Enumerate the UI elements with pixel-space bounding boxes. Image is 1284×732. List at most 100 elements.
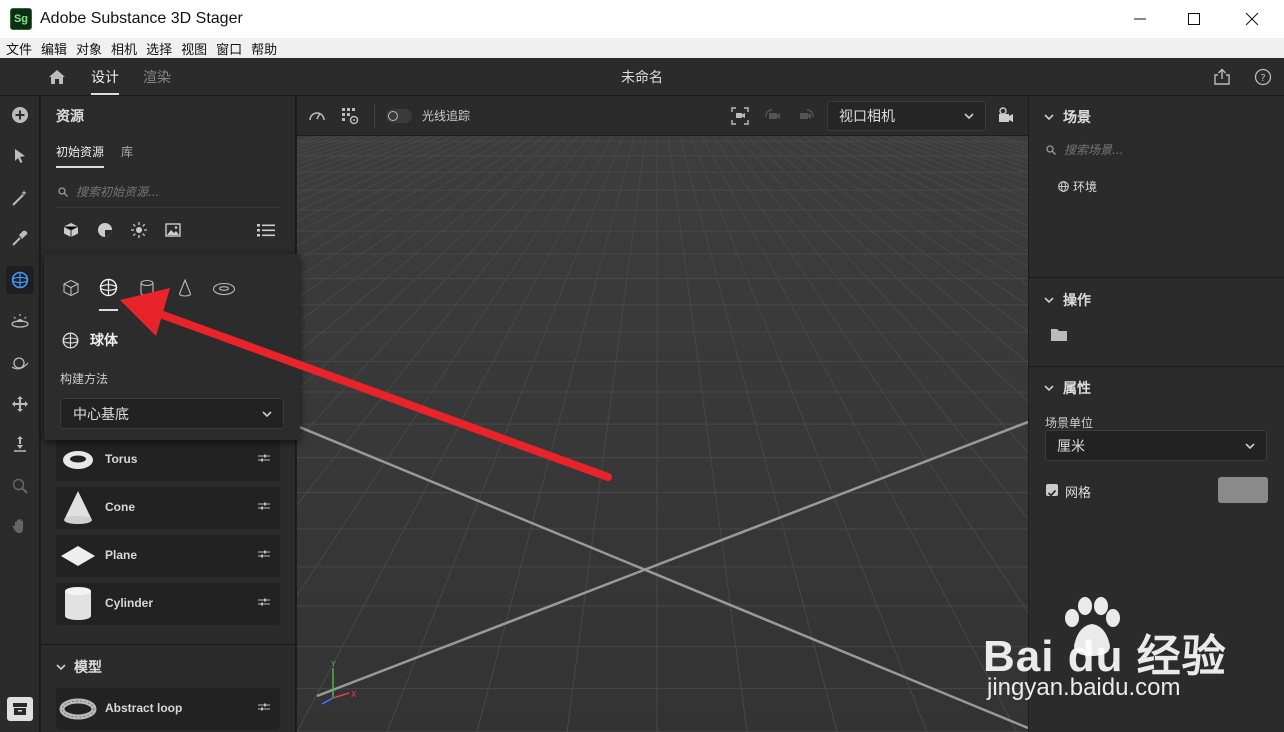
- move-tool[interactable]: [6, 390, 34, 418]
- torus-outline-icon: [212, 282, 236, 296]
- hand-tool[interactable]: [6, 512, 34, 540]
- scene-unit-select[interactable]: 厘米: [1045, 430, 1267, 461]
- properties-section-header[interactable]: 属性: [1044, 378, 1091, 398]
- undo-camera-button[interactable]: [764, 107, 782, 129]
- actions-title: 操作: [1063, 293, 1091, 309]
- shape-cylinder-button[interactable]: [139, 279, 155, 301]
- scene-item-environment[interactable]: 环境: [1058, 178, 1097, 195]
- shape-cone-button[interactable]: [177, 278, 193, 301]
- menu-edit[interactable]: 编辑: [38, 39, 70, 58]
- viewport[interactable]: 光线追踪 视口相机 Y X: [297, 96, 1028, 732]
- filter-3d-models[interactable]: [63, 222, 79, 242]
- menu-select[interactable]: 选择: [143, 39, 175, 58]
- raytrace-toggle[interactable]: [386, 109, 412, 123]
- magic-wand-tool[interactable]: [6, 184, 34, 212]
- menu-window[interactable]: 窗口: [213, 39, 245, 58]
- scene-search[interactable]: [1044, 139, 1268, 161]
- tab-library[interactable]: 库: [121, 143, 133, 160]
- menu-help[interactable]: 帮助: [248, 39, 280, 58]
- list-view-toggle[interactable]: [257, 222, 275, 242]
- shape-sphere-button[interactable]: [99, 278, 118, 311]
- camera-select[interactable]: 视口相机: [827, 101, 986, 131]
- menu-camera[interactable]: 相机: [108, 39, 140, 58]
- asset-label: Cylinder: [105, 596, 154, 610]
- scene-section-header[interactable]: 场景: [1044, 107, 1091, 127]
- image-icon: [165, 223, 181, 237]
- help-button[interactable]: ?: [1254, 68, 1272, 90]
- light-tool[interactable]: [6, 308, 34, 336]
- assets-search[interactable]: [56, 176, 280, 208]
- orbit-icon: [11, 357, 29, 370]
- tab-render[interactable]: 渲染: [143, 58, 171, 96]
- tool-rail: [0, 96, 40, 732]
- zoom-tool[interactable]: [6, 472, 34, 500]
- asset-card-torus[interactable]: Torus: [56, 439, 280, 481]
- scene-search-input[interactable]: [1064, 140, 1264, 160]
- select-tool[interactable]: [6, 142, 34, 170]
- menu-view[interactable]: 视图: [178, 39, 210, 58]
- filter-materials[interactable]: [97, 222, 113, 242]
- filter-images[interactable]: [165, 222, 181, 242]
- shape-cube-button[interactable]: [62, 279, 80, 301]
- tab-starter-assets[interactable]: 初始资源: [56, 143, 105, 168]
- assets-search-input[interactable]: [76, 182, 276, 202]
- shape-torus-button[interactable]: [212, 281, 236, 300]
- models-section-header[interactable]: 模型: [56, 657, 102, 677]
- add-camera-button[interactable]: [997, 106, 1017, 130]
- shape-heading: 球体: [62, 330, 118, 350]
- chevron-down-icon: [1044, 385, 1054, 392]
- tab-design[interactable]: 设计: [91, 58, 119, 96]
- chevron-down-icon: [1044, 297, 1054, 304]
- settings-sliders-icon: [258, 598, 270, 606]
- cone-outline-icon: [178, 278, 192, 297]
- add-tool[interactable]: [6, 101, 34, 129]
- folder-icon: [1051, 329, 1067, 341]
- asset-card-abstract-loop[interactable]: Abstract loop: [56, 688, 280, 730]
- search-icon: [58, 187, 68, 197]
- orbit-tool[interactable]: [6, 350, 34, 378]
- minimize-button[interactable]: [1113, 0, 1167, 38]
- maximize-icon: [1188, 13, 1200, 25]
- asset-card-cone[interactable]: Cone: [56, 487, 280, 529]
- actions-section-header[interactable]: 操作: [1044, 290, 1091, 310]
- app-window: Sg Adobe Substance 3D Stager 文件 编辑 对象 相机…: [0, 0, 1284, 732]
- properties-title: 属性: [1063, 381, 1091, 397]
- primitive-popover: 球体 构建方法 中心基底: [44, 254, 300, 440]
- panel-toggle-button[interactable]: [7, 697, 33, 721]
- plane-thumbnail: [61, 546, 95, 566]
- camera-frame-button[interactable]: [731, 107, 749, 129]
- chevron-down-icon: [1044, 114, 1054, 121]
- asset-card-cylinder[interactable]: Cylinder: [56, 583, 280, 625]
- cube-outline-icon: [63, 279, 79, 297]
- window-title: Adobe Substance 3D Stager: [40, 10, 243, 27]
- share-icon: [1214, 68, 1230, 85]
- primitives-tool[interactable]: [6, 266, 34, 294]
- render-settings-button[interactable]: [341, 107, 359, 129]
- redo-camera-button[interactable]: [797, 107, 815, 129]
- menu-bar: 文件 编辑 对象 相机 选择 视图 窗口 帮助: [0, 38, 1284, 58]
- menu-file[interactable]: 文件: [3, 39, 35, 58]
- drop-to-ground-tool[interactable]: [6, 430, 34, 458]
- build-method-select[interactable]: 中心基底: [60, 398, 284, 429]
- shape-name: 球体: [90, 333, 118, 349]
- grid-color-swatch[interactable]: [1218, 477, 1268, 503]
- close-button[interactable]: [1225, 0, 1279, 38]
- grid-checkbox[interactable]: [1046, 484, 1058, 497]
- chevron-down-icon: [56, 664, 66, 671]
- document-title: 未命名: [621, 70, 663, 86]
- camera-frame-icon: [731, 107, 749, 125]
- raytrace-label: 光线追踪: [422, 109, 471, 123]
- sphere-outline-icon: [99, 278, 118, 297]
- sphere-icon: [62, 332, 79, 348]
- performance-button[interactable]: [308, 107, 326, 129]
- maximize-button[interactable]: [1167, 0, 1221, 38]
- right-panel: 场景 环境 操作 属性 场景单位 厘米 网格: [1029, 96, 1284, 732]
- asset-card-plane[interactable]: Plane: [56, 535, 280, 577]
- environment-light-icon: [11, 314, 29, 328]
- group-action-button[interactable]: [1051, 326, 1067, 345]
- home-button[interactable]: [48, 68, 66, 90]
- eyedropper-tool[interactable]: [6, 224, 34, 252]
- menu-object[interactable]: 对象: [73, 39, 105, 58]
- share-button[interactable]: [1213, 68, 1231, 90]
- filter-lights[interactable]: [131, 222, 147, 242]
